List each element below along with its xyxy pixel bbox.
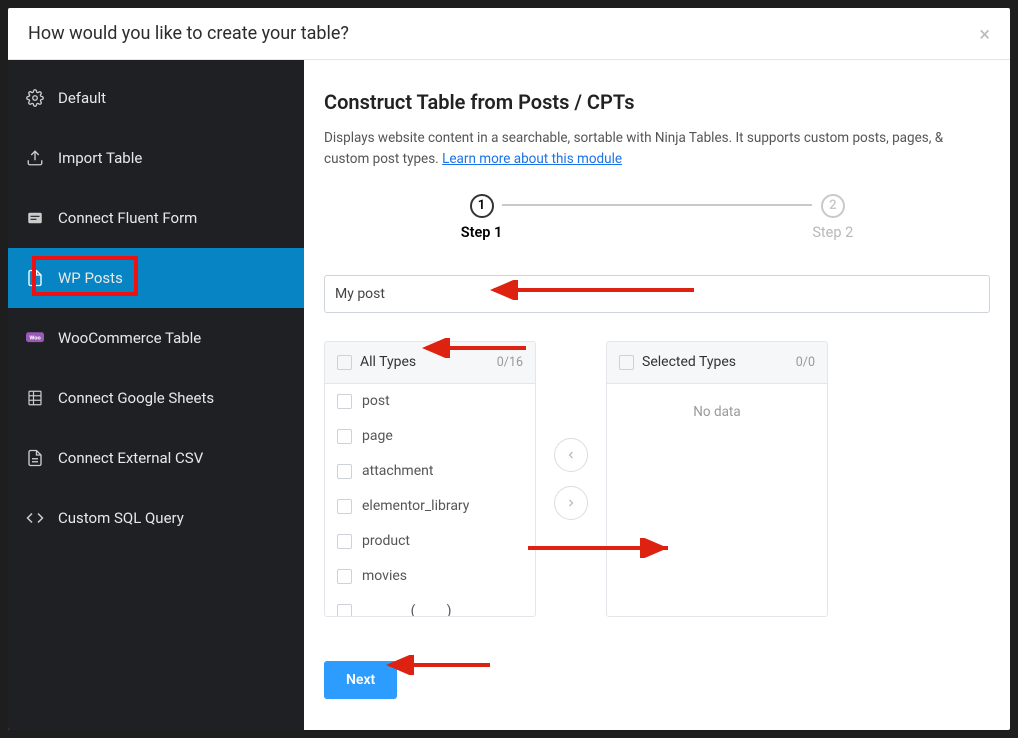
sidebar-item-google-sheets[interactable]: Connect Google Sheets	[8, 368, 304, 428]
move-left-button[interactable]	[554, 438, 588, 472]
close-icon[interactable]: ×	[979, 22, 990, 46]
type-checkbox[interactable]	[337, 534, 352, 549]
type-transfer: All Types 0/16 post page attachment element…	[324, 341, 990, 617]
sheet-icon	[26, 389, 44, 407]
create-table-modal: How would you like to create your table?…	[8, 8, 1010, 730]
all-types-list[interactable]: post page attachment elementor_libraryprodu…	[325, 384, 535, 616]
type-item[interactable]: movies	[325, 559, 535, 594]
type-label: movies	[362, 568, 407, 584]
page-heading: Construct Table from Posts / CPTs	[324, 90, 990, 114]
type-item[interactable]: attachment	[325, 454, 535, 489]
code-icon	[26, 509, 44, 527]
type-item[interactable]: page	[325, 419, 535, 454]
type-item[interactable]: product	[325, 524, 535, 559]
next-button[interactable]: Next	[324, 661, 397, 699]
type-checkbox[interactable]	[337, 429, 352, 444]
learn-more-link[interactable]: Learn more about this module	[442, 151, 622, 167]
sidebar-item-external-csv[interactable]: Connect External CSV	[8, 428, 304, 488]
svg-text:Woo: Woo	[29, 336, 41, 342]
woo-icon: Woo	[26, 329, 44, 347]
selected-types-panel: Selected Types 0/0 No data	[606, 341, 828, 617]
sidebar-item-label: WP Posts	[58, 269, 123, 287]
no-data-text: No data	[607, 384, 827, 440]
type-label: elementor_library	[362, 498, 469, 514]
selected-types-title: Selected Types	[642, 354, 788, 370]
move-right-button[interactable]	[554, 486, 588, 520]
file-icon	[26, 449, 44, 467]
sidebar-item-label: Default	[58, 89, 106, 107]
type-item[interactable]: post	[325, 384, 535, 419]
sidebar-item-label: WooCommerce Table	[58, 329, 201, 347]
type-label: ( )	[362, 603, 452, 616]
sidebar-item-import[interactable]: Import Table	[8, 128, 304, 188]
step-connector	[502, 204, 812, 206]
selected-types-count: 0/0	[796, 355, 815, 370]
page-description: Displays website content in a searchable…	[324, 128, 990, 170]
gear-icon	[26, 89, 44, 107]
modal-title: How would you like to create your table?	[28, 23, 349, 44]
sidebar-item-label: Import Table	[58, 149, 142, 167]
annotation-arrow-4	[380, 655, 500, 675]
type-label: attachment	[362, 463, 433, 479]
sidebar-item-woocommerce[interactable]: Woo WooCommerce Table	[8, 308, 304, 368]
type-label: product	[362, 533, 410, 549]
sidebar-item-default[interactable]: Default	[8, 68, 304, 128]
all-types-panel: All Types 0/16 post page attachment element…	[324, 341, 536, 617]
select-all-right-checkbox[interactable]	[619, 355, 634, 370]
all-types-title: All Types	[360, 354, 489, 370]
type-checkbox[interactable]	[337, 499, 352, 514]
sidebar-item-wp-posts[interactable]: WP Posts	[8, 248, 304, 308]
sidebar-item-label: Connect Fluent Form	[58, 209, 197, 227]
modal-header: How would you like to create your table?…	[8, 8, 1010, 60]
main-content: Construct Table from Posts / CPTs Displa…	[304, 60, 1010, 730]
type-checkbox[interactable]	[337, 394, 352, 409]
sidebar-item-label: Custom SQL Query	[58, 509, 184, 527]
step-1: 1 Step 1	[461, 194, 503, 241]
stepper: 1 Step 1 2 Step 2	[324, 194, 990, 241]
sidebar-item-sql[interactable]: Custom SQL Query	[8, 488, 304, 548]
sidebar-item-label: Connect External CSV	[58, 449, 203, 467]
step-2: 2 Step 2	[812, 194, 853, 241]
sidebar: Default Import Table Connect Fluent Form…	[8, 60, 304, 730]
type-checkbox[interactable]	[337, 604, 352, 616]
type-checkbox[interactable]	[337, 569, 352, 584]
selected-types-list: No data	[607, 384, 827, 616]
form-icon	[26, 209, 44, 227]
type-label: post	[362, 393, 390, 409]
sidebar-item-label: Connect Google Sheets	[58, 389, 214, 407]
step-2-circle: 2	[821, 194, 845, 218]
sidebar-item-fluent-form[interactable]: Connect Fluent Form	[8, 188, 304, 248]
selected-types-header: Selected Types 0/0	[607, 342, 827, 384]
step-1-label: Step 1	[461, 224, 503, 241]
all-types-header: All Types 0/16	[325, 342, 535, 384]
select-all-checkbox[interactable]	[337, 355, 352, 370]
post-icon	[26, 269, 44, 287]
table-name-input[interactable]	[324, 275, 990, 313]
type-label: page	[362, 428, 393, 444]
type-item[interactable]: elementor_library	[325, 489, 535, 524]
type-item[interactable]: ( )	[325, 594, 535, 616]
all-types-count: 0/16	[497, 355, 523, 370]
type-checkbox[interactable]	[337, 464, 352, 479]
step-1-circle: 1	[470, 194, 494, 218]
transfer-buttons	[554, 438, 588, 520]
modal-body: Default Import Table Connect Fluent Form…	[8, 60, 1010, 730]
step-2-label: Step 2	[812, 224, 853, 241]
upload-icon	[26, 149, 44, 167]
